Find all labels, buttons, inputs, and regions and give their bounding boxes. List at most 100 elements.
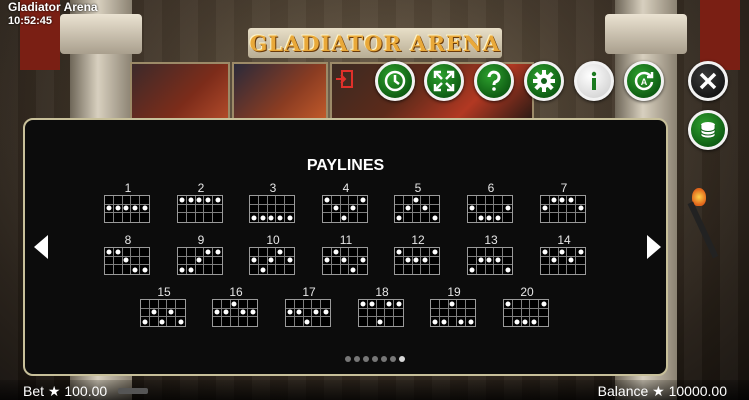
payline-dot: [341, 213, 350, 222]
payline-cell: [285, 248, 294, 257]
payline-cell: [358, 265, 367, 274]
payline-cell: [258, 204, 268, 214]
gear-icon: [533, 70, 555, 92]
payline-cell: [250, 265, 259, 274]
payline-cell: [113, 196, 123, 205]
payline-dot: [421, 204, 431, 214]
payline-dot: [503, 265, 512, 274]
settings-button[interactable]: [524, 61, 564, 101]
payline-cell: [186, 204, 196, 214]
page-dot[interactable]: [398, 356, 405, 362]
payline-dot: [268, 213, 277, 222]
payline-cell: [430, 205, 439, 214]
page-dot[interactable]: [371, 356, 378, 362]
payline-cell: [250, 204, 259, 214]
info-button[interactable]: [574, 61, 614, 101]
payline-cell: [468, 213, 477, 222]
payline-cell: [323, 248, 332, 257]
payline-dot: [530, 317, 540, 326]
payline-cell: [521, 300, 531, 309]
payline-dot: [476, 256, 486, 266]
payline-6: 6: [467, 181, 515, 223]
payline-pattern: [394, 195, 440, 223]
payline-cell: [131, 196, 141, 205]
payline-cell: [248, 317, 257, 326]
payline-pattern: [394, 247, 440, 275]
help-button[interactable]: [474, 61, 514, 101]
payline-dot: [486, 213, 495, 222]
payline-cell: [541, 196, 550, 205]
payline-cell: [258, 256, 268, 266]
payline-dot: [377, 317, 386, 326]
payline-cell: [176, 309, 185, 318]
close-button[interactable]: [688, 61, 728, 101]
payline-cell: [541, 256, 550, 266]
payline-cell: [421, 248, 431, 257]
page-dot[interactable]: [380, 356, 387, 362]
payline-dot: [204, 248, 214, 257]
payline-cell: [485, 196, 495, 205]
page-dot[interactable]: [353, 356, 360, 362]
payline-cell: [358, 248, 367, 257]
payline-cell: [321, 300, 330, 309]
payline-cell: [131, 213, 141, 222]
payline-cell: [268, 265, 277, 274]
payline-pattern: [177, 195, 223, 223]
payline-cell: [196, 213, 205, 222]
payline-dot: [167, 308, 177, 318]
payline-pattern: [249, 195, 295, 223]
payline-number: 10: [266, 233, 280, 247]
prev-page-arrow[interactable]: [32, 233, 50, 261]
payline-cell: [105, 256, 114, 266]
payline-cell: [558, 204, 568, 214]
expand-arrows-icon: [433, 70, 455, 92]
payline-cell: [122, 248, 132, 257]
coins-button[interactable]: [688, 110, 728, 150]
payline-number: 9: [197, 233, 205, 247]
bet-slider[interactable]: [118, 388, 148, 394]
payline-cell: [539, 309, 548, 318]
payline-cell: [404, 213, 413, 222]
fullscreen-button[interactable]: [424, 61, 464, 101]
payline-cell: [486, 265, 495, 274]
page-dot[interactable]: [389, 356, 396, 362]
payline-dot: [323, 196, 332, 205]
autoplay-button[interactable]: [375, 61, 415, 101]
payline-cell: [439, 300, 449, 309]
payline-cell: [494, 248, 504, 257]
payline-cell: [276, 204, 286, 214]
payline-cell: [521, 308, 531, 318]
exit-button[interactable]: [333, 68, 355, 90]
page-dot[interactable]: [344, 356, 351, 362]
payline-cell: [131, 248, 141, 257]
payline-cell: [503, 196, 512, 205]
payline-pattern: [467, 247, 513, 275]
payline-dot: [468, 265, 477, 274]
payline-cell: [195, 204, 205, 214]
payline-cell: [476, 204, 486, 214]
payline-cell: [431, 308, 440, 318]
payline-dot: [149, 308, 159, 318]
payline-cell: [221, 300, 231, 309]
payline-cell: [576, 265, 585, 274]
payline-18: 18: [358, 285, 406, 327]
page-dot[interactable]: [362, 356, 369, 362]
payline-cell: [439, 308, 449, 318]
game-title: Gladiator Arena: [8, 0, 98, 14]
payline-dot: [504, 300, 513, 309]
auto-spin-button[interactable]: A: [624, 61, 664, 101]
payline-cell: [213, 213, 222, 222]
payline-13: 13: [467, 233, 515, 275]
next-page-arrow[interactable]: [645, 233, 663, 261]
payline-dot: [567, 196, 577, 205]
payline-cell: [285, 265, 294, 274]
payline-dot: [340, 256, 350, 266]
payline-cell: [576, 213, 585, 222]
payline-cell: [376, 308, 386, 318]
payline-cell: [149, 300, 159, 309]
payline-pattern: [467, 195, 513, 223]
coin-stack-icon: [700, 122, 716, 139]
payline-dot: [213, 196, 222, 205]
payline-cell: [239, 317, 249, 326]
payline-cell: [448, 308, 458, 318]
